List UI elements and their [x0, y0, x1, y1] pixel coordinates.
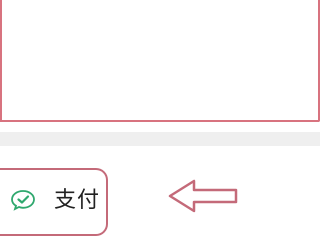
pay-button[interactable]: 支付: [0, 168, 108, 236]
payment-screen: 支付: [0, 0, 320, 240]
left-arrow-annotation-icon: [168, 178, 240, 214]
section-divider: [0, 132, 320, 146]
pay-button-label: 支付: [54, 188, 101, 213]
wechat-pay-icon: [10, 189, 36, 211]
content-panel: [0, 0, 320, 122]
